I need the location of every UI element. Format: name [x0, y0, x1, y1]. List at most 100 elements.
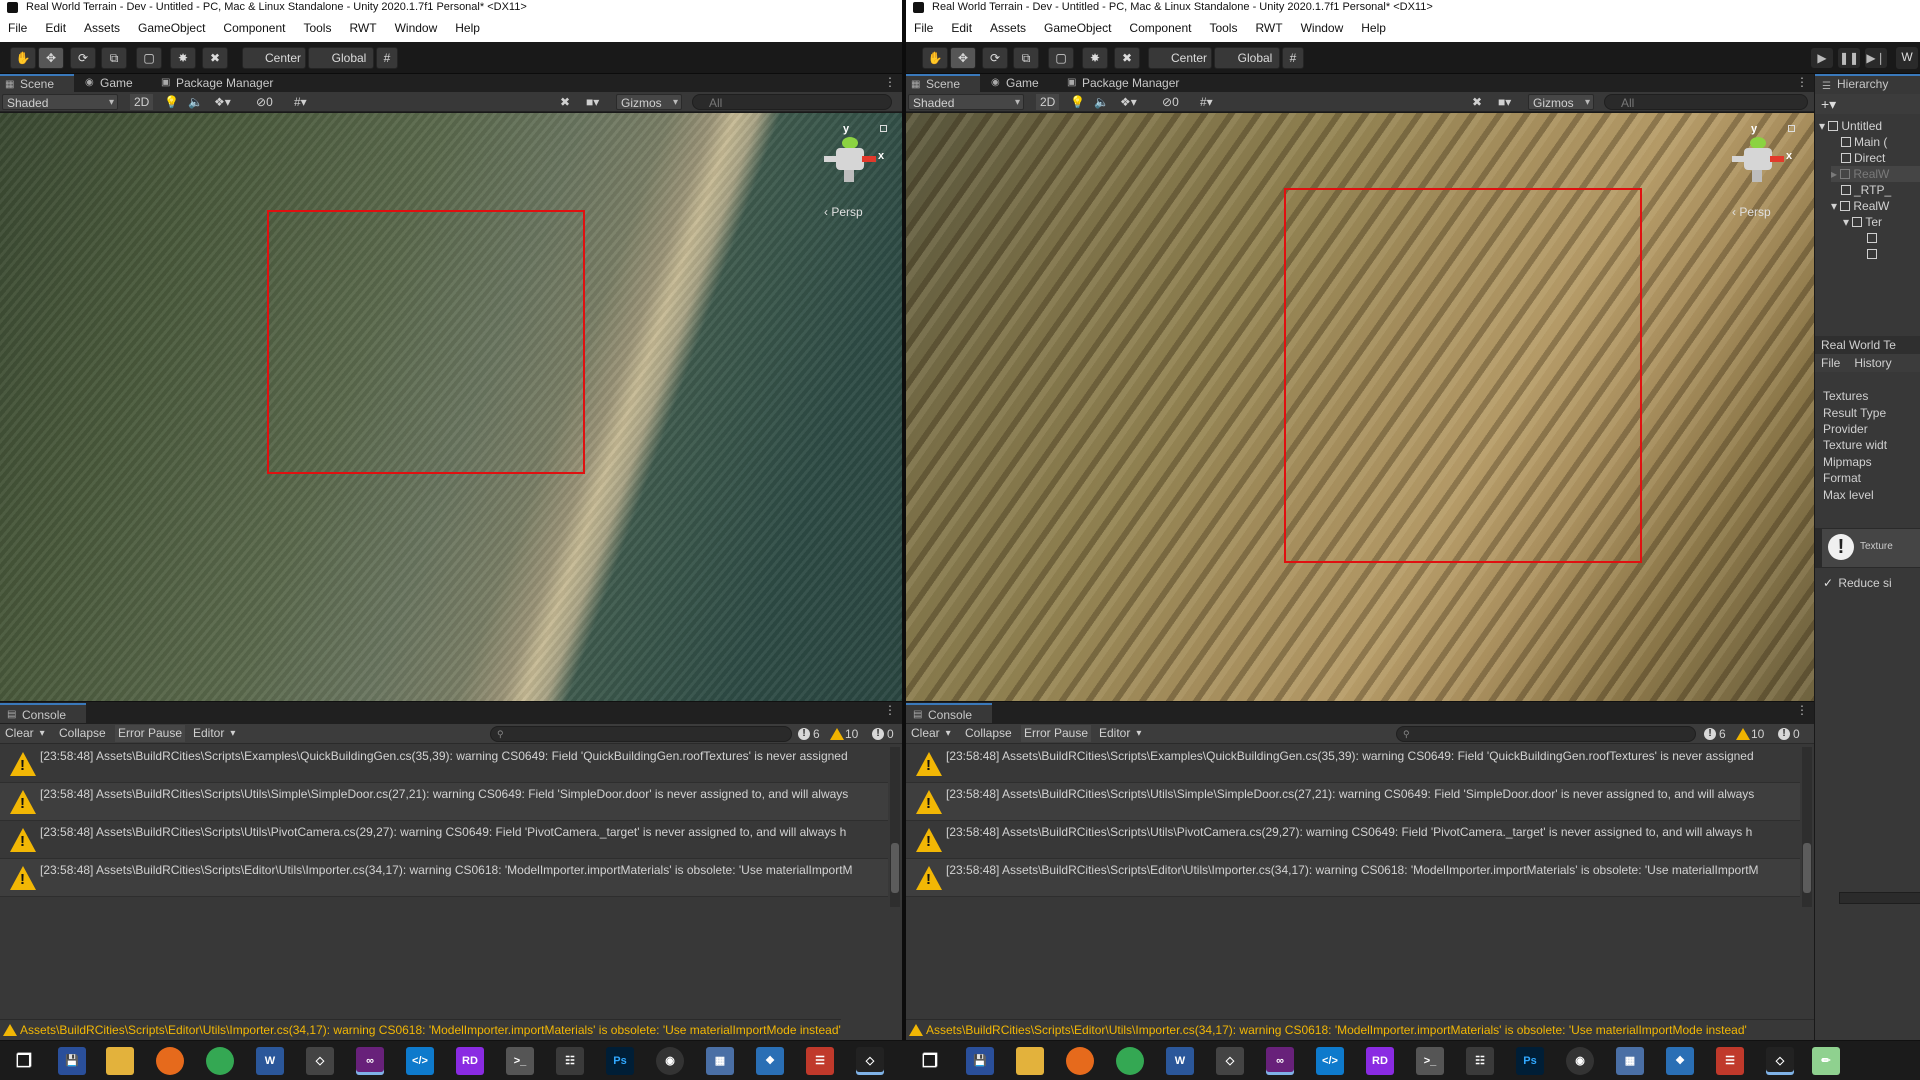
hierarchy-scene-root[interactable]: ▾ Untitled [1819, 118, 1882, 134]
log-entry[interactable]: [23:58:48] Assets\BuildRCities\Scripts\U… [906, 821, 1800, 859]
projection-toggle[interactable]: ‹ Persp [1732, 205, 1771, 219]
hierarchy-item[interactable]: ▾ Ter [1843, 214, 1882, 230]
log-entry[interactable]: [23:58:48] Assets\BuildRCities\Scripts\U… [0, 783, 888, 821]
notes-app-icon[interactable]: ✏ [1812, 1047, 1840, 1075]
orientation-gizmo[interactable]: y x [822, 123, 884, 203]
hierarchy-item[interactable]: Direct [1841, 150, 1885, 166]
hierarchy-item[interactable] [1867, 230, 1880, 246]
vscode-icon[interactable]: </> [1316, 1047, 1344, 1075]
tab-game[interactable]: ◉ Game [80, 74, 150, 92]
firefox-icon[interactable] [156, 1047, 184, 1075]
clear-button[interactable]: Clear [2, 725, 48, 742]
filezilla-icon[interactable]: ☰ [806, 1047, 834, 1075]
audio-icon[interactable]: 🔈 [188, 94, 203, 110]
unity-hub-icon[interactable]: ◇ [1766, 1047, 1794, 1075]
rect-tool-icon[interactable]: ▢ [1048, 47, 1074, 69]
console-search-input[interactable]: ⚲ [490, 726, 792, 742]
network-icon[interactable]: ❖ [1666, 1047, 1694, 1075]
terminal-icon[interactable]: >_ [506, 1047, 534, 1075]
prop-result-type[interactable]: Result Type [1823, 405, 1886, 421]
orientation-gizmo[interactable]: y x [1730, 123, 1792, 203]
grid-icon[interactable]: #▾ [294, 94, 307, 110]
rider-icon[interactable]: RD [1366, 1047, 1394, 1075]
grid-icon[interactable]: #▾ [1200, 94, 1213, 110]
snap-grid-icon[interactable]: # [1282, 47, 1304, 69]
tab-console[interactable]: ▤ Console [906, 703, 992, 723]
warning-count-badge[interactable]: 10 [828, 726, 858, 742]
git-icon[interactable]: ☷ [1466, 1047, 1494, 1075]
prop-mipmaps[interactable]: Mipmaps [1823, 454, 1872, 470]
calculator-icon[interactable]: ▦ [706, 1047, 734, 1075]
log-entry[interactable]: [23:58:48] Assets\BuildRCities\Scripts\U… [0, 821, 888, 859]
add-object-icon[interactable]: +▾ [1821, 96, 1836, 112]
menu-rwt[interactable]: RWT [349, 15, 376, 42]
word-icon[interactable]: W [256, 1047, 284, 1075]
scale-tool-icon[interactable]: ⧉ [101, 47, 127, 69]
unity-icon[interactable]: ◇ [306, 1047, 334, 1075]
log-entry[interactable]: [23:58:48] Assets\BuildRCities\Scripts\U… [906, 783, 1800, 821]
hierarchy-item[interactable]: Main ( [1841, 134, 1887, 150]
gizmos-dropdown[interactable]: Gizmos [1528, 94, 1594, 111]
prop-provider[interactable]: Provider [1823, 421, 1868, 437]
error-pause-toggle[interactable]: Error Pause [1021, 725, 1092, 742]
error-count-badge[interactable]: ! 0 [1776, 726, 1800, 742]
info-count-badge[interactable]: ! 6 [796, 726, 820, 742]
play-button-icon[interactable]: ▶ [1811, 48, 1833, 68]
hierarchy-item[interactable]: ▸ RealW [1831, 166, 1920, 182]
audio-icon[interactable]: 🔈 [1094, 94, 1109, 110]
editor-dropdown[interactable]: Editor [190, 725, 238, 742]
toggle-2d[interactable]: 2D [130, 94, 154, 110]
word-icon[interactable]: W [1166, 1047, 1194, 1075]
tab-package-manager[interactable]: ▣ Package Manager [156, 74, 296, 92]
prop-format[interactable]: Format [1823, 470, 1861, 486]
tab-game[interactable]: ◉ Game [986, 74, 1056, 92]
rect-tool-icon[interactable]: ▢ [136, 47, 162, 69]
clear-button[interactable]: Clear [908, 725, 954, 742]
console-menu-icon[interactable]: ⋮ [1796, 703, 1808, 717]
tab-menu-icon[interactable]: ⋮ [1796, 75, 1808, 89]
status-bar[interactable]: Assets\BuildRCities\Scripts\Editor\Utils… [0, 1019, 841, 1040]
menu-gameobject[interactable]: GameObject [138, 15, 205, 42]
chrome-icon[interactable] [206, 1047, 234, 1075]
visual-studio-icon[interactable]: ∞ [356, 1047, 384, 1075]
menu-component[interactable]: Component [223, 15, 285, 42]
file-explorer-icon[interactable] [106, 1047, 134, 1075]
save-app-icon[interactable]: 💾 [58, 1047, 86, 1075]
file-explorer-icon[interactable] [1016, 1047, 1044, 1075]
tools-icon[interactable]: ✖ [1472, 94, 1482, 110]
move-tool-icon[interactable]: ✥ [950, 47, 976, 69]
hierarchy-item[interactable]: _RTP_ [1841, 182, 1891, 198]
scale-tool-icon[interactable]: ⧉ [1013, 47, 1039, 69]
transform-tool-icon[interactable]: ✸ [1082, 47, 1108, 69]
camera-icon[interactable]: ■▾ [1498, 94, 1511, 110]
obs-icon[interactable]: ◉ [1566, 1047, 1594, 1075]
menu-edit[interactable]: Edit [45, 15, 66, 42]
photoshop-icon[interactable]: Ps [1516, 1047, 1544, 1075]
menu-edit[interactable]: Edit [951, 15, 972, 42]
menu-help[interactable]: Help [455, 15, 480, 42]
menu-assets[interactable]: Assets [84, 15, 120, 42]
rotate-tool-icon[interactable]: ⟳ [982, 47, 1008, 69]
log-entry[interactable]: [23:58:48] Assets\BuildRCities\Scripts\E… [0, 859, 888, 897]
scene-view-satellite[interactable]: y x ‹ Persp [0, 113, 902, 701]
prop-textures[interactable]: Textures [1823, 388, 1868, 404]
status-bar[interactable]: Assets\BuildRCities\Scripts\Editor\Utils… [906, 1019, 1814, 1040]
scene-search-input[interactable]: All [692, 94, 892, 110]
reduce-size-checkbox[interactable]: ✓ Reduce si [1823, 574, 1892, 592]
horizontal-scrollbar[interactable] [1839, 892, 1920, 904]
rwt-menu-file[interactable]: File [1821, 356, 1840, 370]
scene-search-input[interactable]: All [1604, 94, 1808, 110]
snap-grid-icon[interactable]: # [376, 47, 398, 69]
camera-icon[interactable]: ■▾ [586, 94, 599, 110]
log-entry[interactable]: [23:58:48] Assets\BuildRCities\Scripts\E… [906, 859, 1800, 897]
error-count-badge[interactable]: ! 0 [870, 726, 894, 742]
menu-window[interactable]: Window [1301, 15, 1344, 42]
scene-view-heightmap[interactable]: y x ‹ Persp [906, 113, 1814, 701]
collapse-toggle[interactable]: Collapse [56, 725, 109, 742]
prop-max-level[interactable]: Max level [1823, 487, 1874, 503]
windows-start-icon[interactable]: ❐ [10, 1047, 38, 1075]
network-icon[interactable]: ❖ [756, 1047, 784, 1075]
menu-tools[interactable]: Tools [303, 15, 331, 42]
git-icon[interactable]: ☷ [556, 1047, 584, 1075]
gizmos-dropdown[interactable]: Gizmos [616, 94, 682, 111]
